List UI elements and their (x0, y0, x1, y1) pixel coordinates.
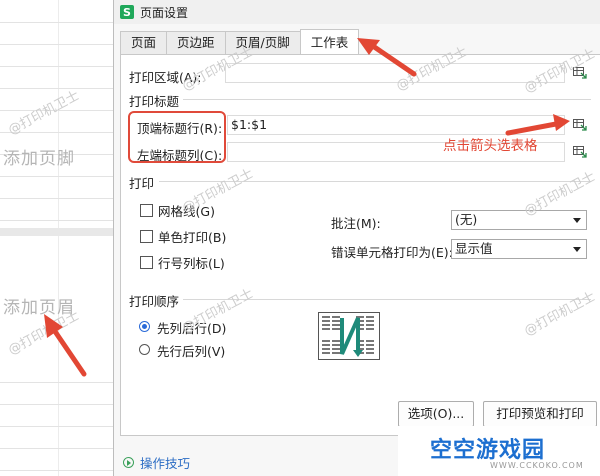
section-divider (183, 99, 591, 100)
row-col-headings-checkbox[interactable] (140, 256, 153, 269)
header-placeholder[interactable]: 添加页眉 (3, 293, 75, 318)
sheet-row (0, 360, 116, 383)
tab-margins[interactable]: 页边距 (166, 31, 226, 54)
down-then-over-label[interactable]: 先列后行(D) (157, 318, 226, 337)
sheet-tab-panel: 打印区域(A): 打印标题 顶端标题行(R): $1:$1 左端标题列(C): … (120, 54, 600, 445)
sheet-row (0, 176, 116, 199)
annotation-text: 点击箭头选表格 (443, 138, 538, 154)
gridlines-label[interactable]: 网格线(G) (158, 201, 215, 220)
page-break (0, 228, 116, 236)
print-area-input[interactable] (225, 63, 565, 83)
sheet-row (0, 404, 116, 427)
wps-sheet-icon: S (120, 5, 134, 19)
logo-text: 空空游戏园 (430, 438, 546, 463)
black-white-checkbox[interactable] (140, 230, 153, 243)
spreadsheet-background: 添加页脚 添加页眉 (0, 0, 116, 476)
print-area-label: 打印区域(A): (129, 70, 202, 85)
page-setup-dialog: S 页面设置 页面 页边距 页眉/页脚 工作表 打印区域(A): 打印标题 顶端… (113, 0, 600, 476)
sheet-row (0, 110, 116, 133)
sheet-row (0, 426, 116, 449)
sheet-row (0, 382, 116, 405)
down-then-over-radio[interactable] (139, 321, 150, 332)
errors-label: 错误单元格打印为(E): (331, 245, 453, 260)
errors-value: 显示值 (455, 241, 493, 256)
print-titles-section: 打印标题 (129, 94, 180, 109)
section-divider (159, 181, 591, 182)
options-button[interactable]: 选项(O)... (398, 401, 474, 427)
page-order-preview-icon (318, 312, 380, 360)
play-circle-icon (123, 457, 134, 468)
title-bar: S 页面设置 (114, 0, 600, 24)
range-select-icon[interactable] (573, 119, 587, 131)
tab-header-footer[interactable]: 页眉/页脚 (224, 31, 301, 54)
dialog-title: 页面设置 (140, 5, 189, 20)
logo-url: WWW.CCKOKO.COM (490, 461, 584, 470)
top-rows-input[interactable]: $1:$1 (227, 115, 565, 135)
page-order-section: 打印顺序 (129, 294, 180, 309)
sheet-row (0, 66, 116, 89)
tab-bar: 页面 页边距 页眉/页脚 工作表 (120, 29, 360, 55)
tab-sheet[interactable]: 工作表 (299, 29, 360, 55)
sheet-row (0, 44, 116, 67)
sheet-row (0, 0, 116, 23)
tips-link-label: 操作技巧 (140, 456, 191, 471)
over-then-down-radio[interactable] (139, 344, 150, 355)
sheet-row (0, 448, 116, 471)
comments-label: 批注(M): (331, 216, 381, 231)
range-select-icon[interactable] (573, 67, 587, 79)
title-fields-highlight (128, 111, 226, 163)
tips-link[interactable]: 操作技巧 (123, 453, 190, 472)
range-select-icon[interactable] (573, 146, 587, 158)
print-section: 打印 (129, 176, 155, 191)
sheet-row (0, 88, 116, 111)
tab-page[interactable]: 页面 (120, 31, 168, 54)
site-logo: 空空游戏园 WWW.CCKOKO.COM (398, 426, 600, 476)
over-then-down-label[interactable]: 先行后列(V) (157, 341, 225, 360)
sheet-row (0, 198, 116, 221)
print-preview-button[interactable]: 打印预览和打印(P)... (483, 401, 597, 445)
footer-placeholder[interactable]: 添加页脚 (3, 144, 75, 169)
section-divider (183, 299, 591, 300)
chevron-down-icon (573, 218, 581, 223)
sheet-row (0, 22, 116, 45)
gridlines-checkbox[interactable] (140, 204, 153, 217)
comments-value: (无) (455, 212, 478, 227)
chevron-down-icon (573, 247, 581, 252)
black-white-label[interactable]: 单色打印(B) (158, 227, 226, 246)
comments-select[interactable]: (无) (451, 210, 587, 230)
errors-select[interactable]: 显示值 (451, 239, 587, 259)
row-col-headings-label[interactable]: 行号列标(L) (158, 253, 225, 272)
